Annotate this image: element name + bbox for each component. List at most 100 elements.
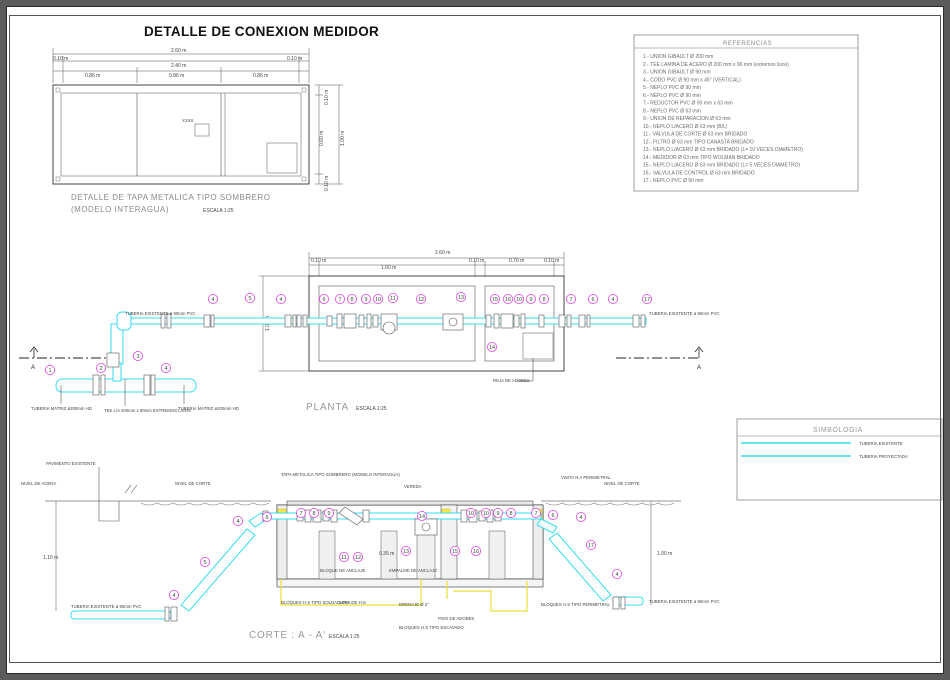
callout-number: 9	[529, 297, 532, 303]
callout-number: 1	[48, 368, 51, 374]
reference-item: 15.- NEPLO L/ACERO Ø 63 mm BRIDADO (L= 5…	[643, 163, 800, 169]
tapa-dim-right: 0.10 m	[287, 56, 302, 62]
references-header: REFERENCIAS	[723, 41, 772, 47]
planta-dim-5: 0.10 m	[544, 258, 559, 264]
corte-note-pipe-right: TUBERIA EXISTENTE ø 90mm PVC	[649, 599, 719, 604]
callout-number: 10	[483, 511, 489, 517]
corte-note-losa: LOSA DE H.S	[339, 600, 366, 605]
reference-item: 1.- UNION GIBAULT Ø 200 mm	[643, 54, 713, 60]
legend-label-existente: TUBERIA EXISTENTE	[859, 441, 903, 446]
callout-number: 5	[248, 296, 251, 302]
corte-note-bloque: BLOQUE DE ANCLAJE	[320, 568, 366, 573]
planta-view: 2.60 m 0.10 m 1.60 m 0.10 m 0.70 m 0.10 …	[19, 250, 719, 413]
corte-note-piso: PISO DE ADOBES	[438, 616, 474, 621]
callout-number: 7	[299, 511, 302, 517]
planta-note-matriz-left: TUBERIA MATRIZ ø200mm HD	[31, 406, 92, 411]
callout-number: 7	[338, 297, 341, 303]
corte-dim-left: 1.10 m	[43, 555, 58, 561]
callout-number: 4	[172, 593, 175, 599]
reference-item: 12.- FILTRO Ø 63 mm TIPO CANASTA BRIDADO	[643, 139, 754, 145]
planta-note-tee: TEE L/A 200mm x 90mm EXTREMOS LISOS	[104, 408, 191, 413]
reference-item: 8.- NEPLO PVC Ø 63 mm	[643, 108, 701, 114]
corte-ground-left2: NIVEL DE CORTE	[175, 481, 211, 486]
corte-ground-left: NIVEL DE ACERA	[21, 481, 56, 486]
drawing-canvas: DETALLE DE CONEXION MEDIDOR 2.60 m 0.10 …	[19, 24, 943, 641]
corte-note-bloques-right: BLOQUES H.S TIPO PERIMETRAL	[541, 602, 611, 607]
corte-note-empalme: EMPALME DE ANCLAJE	[389, 568, 437, 573]
reference-item: 11.- VALVULA DE CORTE Ø 63 mm BRIDADO	[643, 132, 747, 138]
callout-number: 11	[390, 296, 396, 302]
planta-dim-3: 0.10 m	[469, 258, 484, 264]
callout-number: 9	[327, 511, 330, 517]
callout-number: 14	[489, 345, 495, 351]
tapa-side-dim-1: 0.10 m	[324, 90, 330, 105]
tapa-box-label: XXXX	[182, 118, 194, 123]
reference-item: 6.- NEPLO PVC Ø 90 mm	[643, 93, 701, 99]
cad-drawing-sheet: DETALLE DE CONEXION MEDIDOR 2.60 m 0.10 …	[0, 0, 950, 680]
callout-number: 9	[364, 297, 367, 303]
tapa-dim-inner: 2.40 m	[171, 63, 186, 69]
callout-number: 8	[350, 297, 353, 303]
corte-dim-mid: 0.35 m	[379, 551, 394, 557]
corte-note-visita: VISITA N.A PERIMETRAL	[561, 475, 611, 480]
reference-item: 9.- UNION DE REPARACION Ø 63 mm	[643, 116, 731, 122]
corte-note-pipe-left: TUBERIA EXISTENTE ø 90mm PVC	[71, 604, 141, 609]
planta-scale: ESCALA 1:25	[356, 406, 387, 412]
tapa-side-dim-3: 1.00 m	[340, 131, 346, 146]
tapa-caption-model: (MODELO INTERAGUA)	[71, 205, 169, 214]
tapa-caption: DETALLE DE TAPA METALICA TIPO SOMBRERO	[71, 193, 271, 202]
corte-note-drenaje: DRENAJE Ø 2"	[399, 602, 429, 607]
tapa-dim-total: 2.60 m	[171, 48, 186, 54]
callout-number: 10	[516, 297, 522, 303]
reference-item: 2.- TEE LAMINA DE ACERO Ø 200 mm x 90 mm…	[643, 62, 789, 68]
callout-number: 17	[644, 297, 650, 303]
corte-existing-slab: PAVIMENTO EXISTENTE	[46, 461, 96, 466]
drawing-title: DETALLE DE CONEXION MEDIDOR	[144, 24, 379, 39]
callout-number: 4	[579, 515, 582, 521]
references-panel: REFERENCIAS 1.- UNION GIBAULT Ø 200 mm 2.…	[633, 34, 859, 192]
reference-item: 4.- CODO PVC Ø 90 mm x 45° (VERTICAL)	[643, 77, 741, 83]
callout-number: 16	[473, 549, 479, 555]
reference-item: 3.- UNION GIBAULT Ø 90 mm	[643, 70, 711, 76]
planta-note-existing-right: TUBERIA EXISTENTE ø 90mm PVC	[649, 311, 719, 316]
drawing-paper: DETALLE DE CONEXION MEDIDOR 2.60 m 0.10 …	[6, 6, 944, 674]
callout-number: 4	[164, 366, 167, 372]
callout-number: 5	[203, 560, 206, 566]
reference-item: 13.- NEPLO L/ACERO Ø 63 mm BRIDADO (L= 1…	[643, 147, 803, 153]
callout-number: 17	[588, 543, 594, 549]
tapa-dim-panel-3: 0.86 m	[253, 73, 268, 79]
planta-dim-1: 0.10 m	[311, 258, 326, 264]
planta-note-existing-left: TUBERIA EXISTENTE ø 90mm PVC	[125, 311, 195, 316]
corte-note-vereda: VEREDA	[404, 484, 422, 489]
callout-number: 13	[403, 549, 409, 555]
callout-number: 8	[312, 511, 315, 517]
references-list: 1.- UNION GIBAULT Ø 200 mm 2.- TEE LAMINA…	[643, 54, 803, 184]
callout-number: 7	[534, 511, 537, 517]
callout-number: 6	[265, 515, 268, 521]
corte-scale: ESCALA 1:25	[329, 634, 360, 640]
reference-item: 10.- NEPLO L/ACERO Ø 63 mm (B/L)	[643, 124, 728, 130]
section-marker-right: A	[697, 365, 701, 371]
reference-item: 14.- MEDIDOR Ø 63 mm TIPO WOLMAN BRIDADO	[643, 155, 760, 161]
callout-number: 6	[591, 297, 594, 303]
corte-note-bloques-mid: BLOQUES H.S TIPO ESCAVADO	[399, 625, 464, 630]
callout-number: 6	[551, 513, 554, 519]
planta-dim-4: 0.70 m	[509, 258, 524, 264]
planta-dim-total: 2.60 m	[435, 250, 450, 256]
callout-number: 4	[211, 297, 214, 303]
callout-number: 10	[375, 297, 381, 303]
tapa-dim-left: 0.10 m	[53, 56, 68, 62]
callout-number: 14	[419, 514, 425, 520]
callout-number: 13	[458, 295, 464, 301]
callout-number: 11	[341, 555, 347, 561]
tapa-side-dim-4: 0.10 m	[324, 176, 330, 191]
callout-number: 4	[236, 519, 239, 525]
reference-item: 5.- NEPLO PVC Ø 90 mm	[643, 85, 701, 91]
corte-label: CORTE : A - A'	[249, 630, 326, 641]
corte-note-tapa: TAPA METALICA TIPO SOMBRERO (MODELO INTE…	[281, 472, 400, 477]
reference-item: 17.- NEPLO PVC Ø 90 mm	[643, 178, 704, 184]
tapa-detail: 2.60 m 0.10 m 2.40 m 0.10 m 0.86 m 0.86 …	[52, 48, 346, 214]
callout-number: 12	[418, 297, 424, 303]
tapa-scale: ESCALA 1:25	[203, 208, 234, 214]
callout-number: 4	[279, 297, 282, 303]
